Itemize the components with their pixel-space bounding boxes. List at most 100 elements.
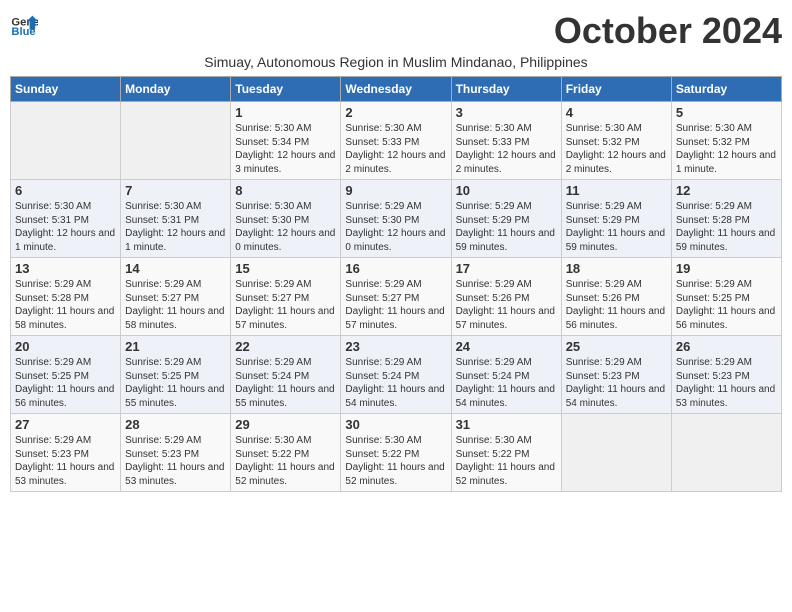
calendar-cell: 13Sunrise: 5:29 AMSunset: 5:28 PMDayligh… xyxy=(11,258,121,336)
cell-details: Sunrise: 5:29 AMSunset: 5:26 PMDaylight:… xyxy=(456,278,557,332)
cell-details: Sunrise: 5:30 AMSunset: 5:31 PMDaylight:… xyxy=(125,200,226,254)
cell-details: Sunrise: 5:30 AMSunset: 5:32 PMDaylight:… xyxy=(566,122,667,176)
day-number: 1 xyxy=(235,105,336,120)
cell-details: Sunrise: 5:29 AMSunset: 5:28 PMDaylight:… xyxy=(676,200,777,254)
day-number: 15 xyxy=(235,261,336,276)
calendar-cell: 7 Sunrise: 5:30 AMSunset: 5:31 PMDaylight… xyxy=(121,180,231,258)
day-number: 20 xyxy=(15,339,116,354)
calendar-cell: 28 Sunrise: 5:29 AMSunset: 5:23 PMDayligh… xyxy=(121,414,231,492)
cell-details: Sunrise: 5:29 AMSunset: 5:30 PMDaylight:… xyxy=(345,200,446,254)
cell-details: Sunrise: 5:30 AMSunset: 5:31 PMDaylight:… xyxy=(15,200,116,254)
day-number: 24 xyxy=(456,339,557,354)
day-number: 31 xyxy=(456,417,557,432)
calendar-cell: 17 Sunrise: 5:29 AMSunset: 5:26 PMDayligh… xyxy=(451,258,561,336)
calendar-cell: 16 Sunrise: 5:29 AMSunset: 5:27 PMDayligh… xyxy=(341,258,451,336)
calendar-week-3: 13Sunrise: 5:29 AMSunset: 5:28 PMDayligh… xyxy=(11,258,782,336)
day-number: 18 xyxy=(566,261,667,276)
cell-details: Sunrise: 5:29 AMSunset: 5:27 PMDaylight:… xyxy=(235,278,336,332)
calendar-cell: 2 Sunrise: 5:30 AMSunset: 5:33 PMDaylight… xyxy=(341,102,451,180)
cell-details: Sunrise: 5:29 AMSunset: 5:29 PMDaylight:… xyxy=(456,200,557,254)
calendar-cell: 9 Sunrise: 5:29 AMSunset: 5:30 PMDaylight… xyxy=(341,180,451,258)
day-number: 26 xyxy=(676,339,777,354)
cell-details: Sunrise: 5:29 AMSunset: 5:27 PMDaylight:… xyxy=(125,278,226,332)
day-number: 7 xyxy=(125,183,226,198)
cell-details: Sunrise: 5:29 AMSunset: 5:24 PMDaylight:… xyxy=(345,356,446,410)
cell-details: Sunrise: 5:30 AMSunset: 5:34 PMDaylight:… xyxy=(235,122,336,176)
calendar-week-5: 27 Sunrise: 5:29 AMSunset: 5:23 PMDayligh… xyxy=(11,414,782,492)
cell-details: Sunrise: 5:29 AMSunset: 5:23 PMDaylight:… xyxy=(566,356,667,410)
weekday-header-sunday: Sunday xyxy=(11,77,121,102)
calendar-cell: 6 Sunrise: 5:30 AMSunset: 5:31 PMDaylight… xyxy=(11,180,121,258)
calendar-cell: 8 Sunrise: 5:30 AMSunset: 5:30 PMDaylight… xyxy=(231,180,341,258)
weekday-header-wednesday: Wednesday xyxy=(341,77,451,102)
day-number: 2 xyxy=(345,105,446,120)
cell-details: Sunrise: 5:30 AMSunset: 5:33 PMDaylight:… xyxy=(456,122,557,176)
day-number: 16 xyxy=(345,261,446,276)
calendar-cell: 27 Sunrise: 5:29 AMSunset: 5:23 PMDayligh… xyxy=(11,414,121,492)
cell-details: Sunrise: 5:29 AMSunset: 5:26 PMDaylight:… xyxy=(566,278,667,332)
day-number: 5 xyxy=(676,105,777,120)
day-number: 30 xyxy=(345,417,446,432)
general-blue-icon: General Blue xyxy=(10,10,38,38)
calendar-cell: 4Sunrise: 5:30 AMSunset: 5:32 PMDaylight… xyxy=(561,102,671,180)
cell-details: Sunrise: 5:29 AMSunset: 5:25 PMDaylight:… xyxy=(125,356,226,410)
cell-details: Sunrise: 5:30 AMSunset: 5:33 PMDaylight:… xyxy=(345,122,446,176)
title-section: October 2024 xyxy=(554,10,782,52)
day-number: 14 xyxy=(125,261,226,276)
day-number: 25 xyxy=(566,339,667,354)
calendar-cell: 12 Sunrise: 5:29 AMSunset: 5:28 PMDayligh… xyxy=(671,180,781,258)
calendar-cell: 3Sunrise: 5:30 AMSunset: 5:33 PMDaylight… xyxy=(451,102,561,180)
calendar-cell: 18 Sunrise: 5:29 AMSunset: 5:26 PMDayligh… xyxy=(561,258,671,336)
weekday-header-saturday: Saturday xyxy=(671,77,781,102)
cell-details: Sunrise: 5:29 AMSunset: 5:23 PMDaylight:… xyxy=(125,434,226,488)
day-number: 22 xyxy=(235,339,336,354)
calendar-cell: 31 Sunrise: 5:30 AMSunset: 5:22 PMDayligh… xyxy=(451,414,561,492)
cell-details: Sunrise: 5:29 AMSunset: 5:24 PMDaylight:… xyxy=(456,356,557,410)
day-number: 23 xyxy=(345,339,446,354)
cell-details: Sunrise: 5:30 AMSunset: 5:30 PMDaylight:… xyxy=(235,200,336,254)
calendar-cell: 26 Sunrise: 5:29 AMSunset: 5:23 PMDayligh… xyxy=(671,336,781,414)
day-number: 21 xyxy=(125,339,226,354)
calendar-cell: 10 Sunrise: 5:29 AMSunset: 5:29 PMDayligh… xyxy=(451,180,561,258)
calendar-cell: 21 Sunrise: 5:29 AMSunset: 5:25 PMDayligh… xyxy=(121,336,231,414)
weekday-header-thursday: Thursday xyxy=(451,77,561,102)
calendar-cell: 23 Sunrise: 5:29 AMSunset: 5:24 PMDayligh… xyxy=(341,336,451,414)
calendar-cell: 30Sunrise: 5:30 AMSunset: 5:22 PMDayligh… xyxy=(341,414,451,492)
calendar-cell xyxy=(561,414,671,492)
calendar-cell: 5 Sunrise: 5:30 AMSunset: 5:32 PMDaylight… xyxy=(671,102,781,180)
calendar-cell: 24 Sunrise: 5:29 AMSunset: 5:24 PMDayligh… xyxy=(451,336,561,414)
calendar-cell: 1 Sunrise: 5:30 AMSunset: 5:34 PMDaylight… xyxy=(231,102,341,180)
day-number: 8 xyxy=(235,183,336,198)
cell-details: Sunrise: 5:29 AMSunset: 5:23 PMDaylight:… xyxy=(676,356,777,410)
cell-details: Sunrise: 5:30 AMSunset: 5:22 PMDaylight:… xyxy=(456,434,557,488)
cell-details: Sunrise: 5:29 AMSunset: 5:23 PMDaylight:… xyxy=(15,434,116,488)
cell-details: Sunrise: 5:29 AMSunset: 5:27 PMDaylight:… xyxy=(345,278,446,332)
day-number: 17 xyxy=(456,261,557,276)
weekday-header-friday: Friday xyxy=(561,77,671,102)
month-title: October 2024 xyxy=(554,10,782,52)
cell-details: Sunrise: 5:30 AMSunset: 5:32 PMDaylight:… xyxy=(676,122,777,176)
day-number: 11 xyxy=(566,183,667,198)
calendar-cell: 15 Sunrise: 5:29 AMSunset: 5:27 PMDayligh… xyxy=(231,258,341,336)
cell-details: Sunrise: 5:30 AMSunset: 5:22 PMDaylight:… xyxy=(235,434,336,488)
day-number: 28 xyxy=(125,417,226,432)
day-number: 10 xyxy=(456,183,557,198)
calendar-cell xyxy=(671,414,781,492)
calendar-table: SundayMondayTuesdayWednesdayThursdayFrid… xyxy=(10,76,782,492)
day-number: 6 xyxy=(15,183,116,198)
weekday-header-tuesday: Tuesday xyxy=(231,77,341,102)
calendar-week-1: 1 Sunrise: 5:30 AMSunset: 5:34 PMDaylight… xyxy=(11,102,782,180)
calendar-week-4: 20 Sunrise: 5:29 AMSunset: 5:25 PMDayligh… xyxy=(11,336,782,414)
cell-details: Sunrise: 5:29 AMSunset: 5:28 PMDaylight:… xyxy=(15,278,116,332)
day-number: 27 xyxy=(15,417,116,432)
calendar-cell: 19Sunrise: 5:29 AMSunset: 5:25 PMDayligh… xyxy=(671,258,781,336)
cell-details: Sunrise: 5:29 AMSunset: 5:29 PMDaylight:… xyxy=(566,200,667,254)
cell-details: Sunrise: 5:29 AMSunset: 5:24 PMDaylight:… xyxy=(235,356,336,410)
cell-details: Sunrise: 5:29 AMSunset: 5:25 PMDaylight:… xyxy=(15,356,116,410)
calendar-cell: 25 Sunrise: 5:29 AMSunset: 5:23 PMDayligh… xyxy=(561,336,671,414)
day-number: 12 xyxy=(676,183,777,198)
calendar-cell xyxy=(121,102,231,180)
day-number: 9 xyxy=(345,183,446,198)
cell-details: Sunrise: 5:29 AMSunset: 5:25 PMDaylight:… xyxy=(676,278,777,332)
logo: General Blue xyxy=(10,10,42,38)
